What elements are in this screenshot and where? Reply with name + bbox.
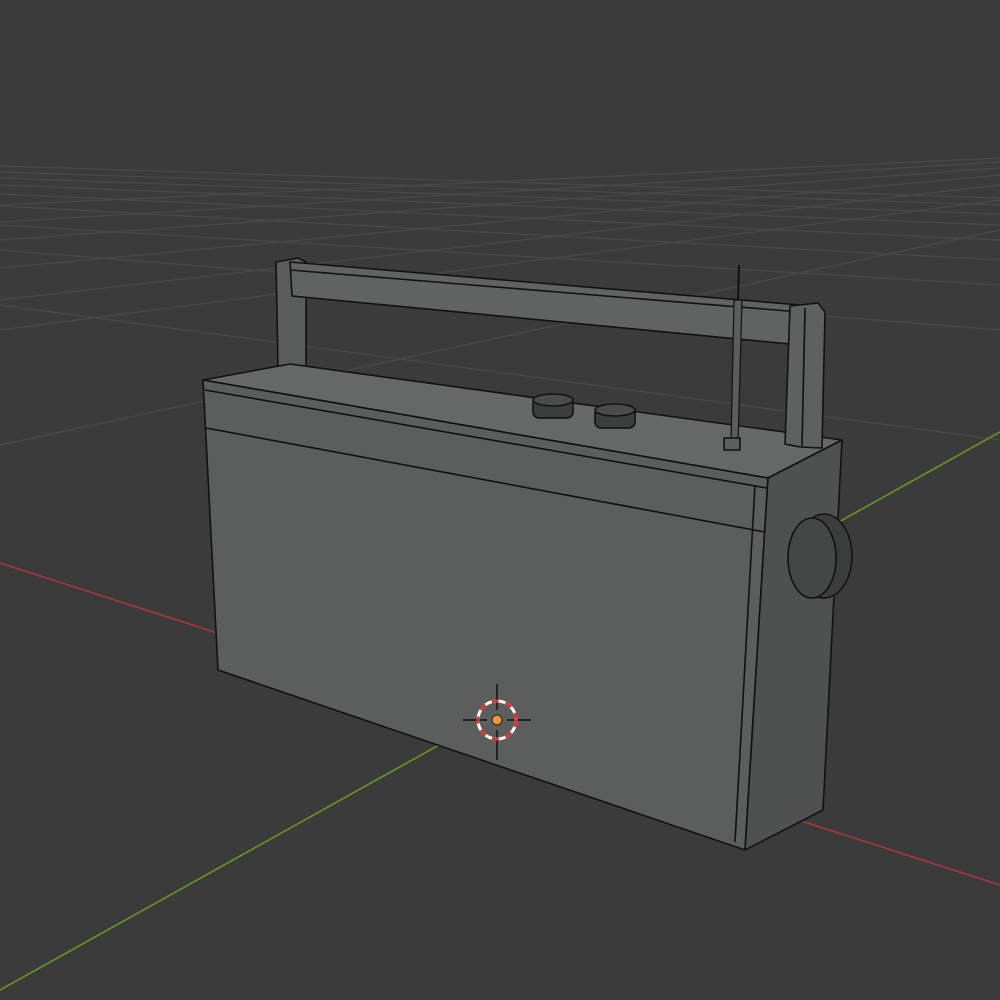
radio-model[interactable] [202, 257, 853, 851]
top-knob-left [532, 393, 574, 419]
origin-dot [491, 714, 503, 726]
grid-line [0, 184, 1000, 226]
top-knob-right [594, 403, 636, 429]
antenna-tip [737, 264, 740, 301]
grid-line [0, 224, 1000, 286]
handle-bar [289, 261, 801, 346]
side-knob-face [787, 517, 837, 599]
antenna-base [723, 437, 741, 451]
grid-line [0, 177, 1000, 215]
grid-line [0, 167, 1000, 241]
viewport-canvas[interactable] [0, 0, 1000, 1000]
3d-viewport[interactable] [0, 0, 1000, 1000]
